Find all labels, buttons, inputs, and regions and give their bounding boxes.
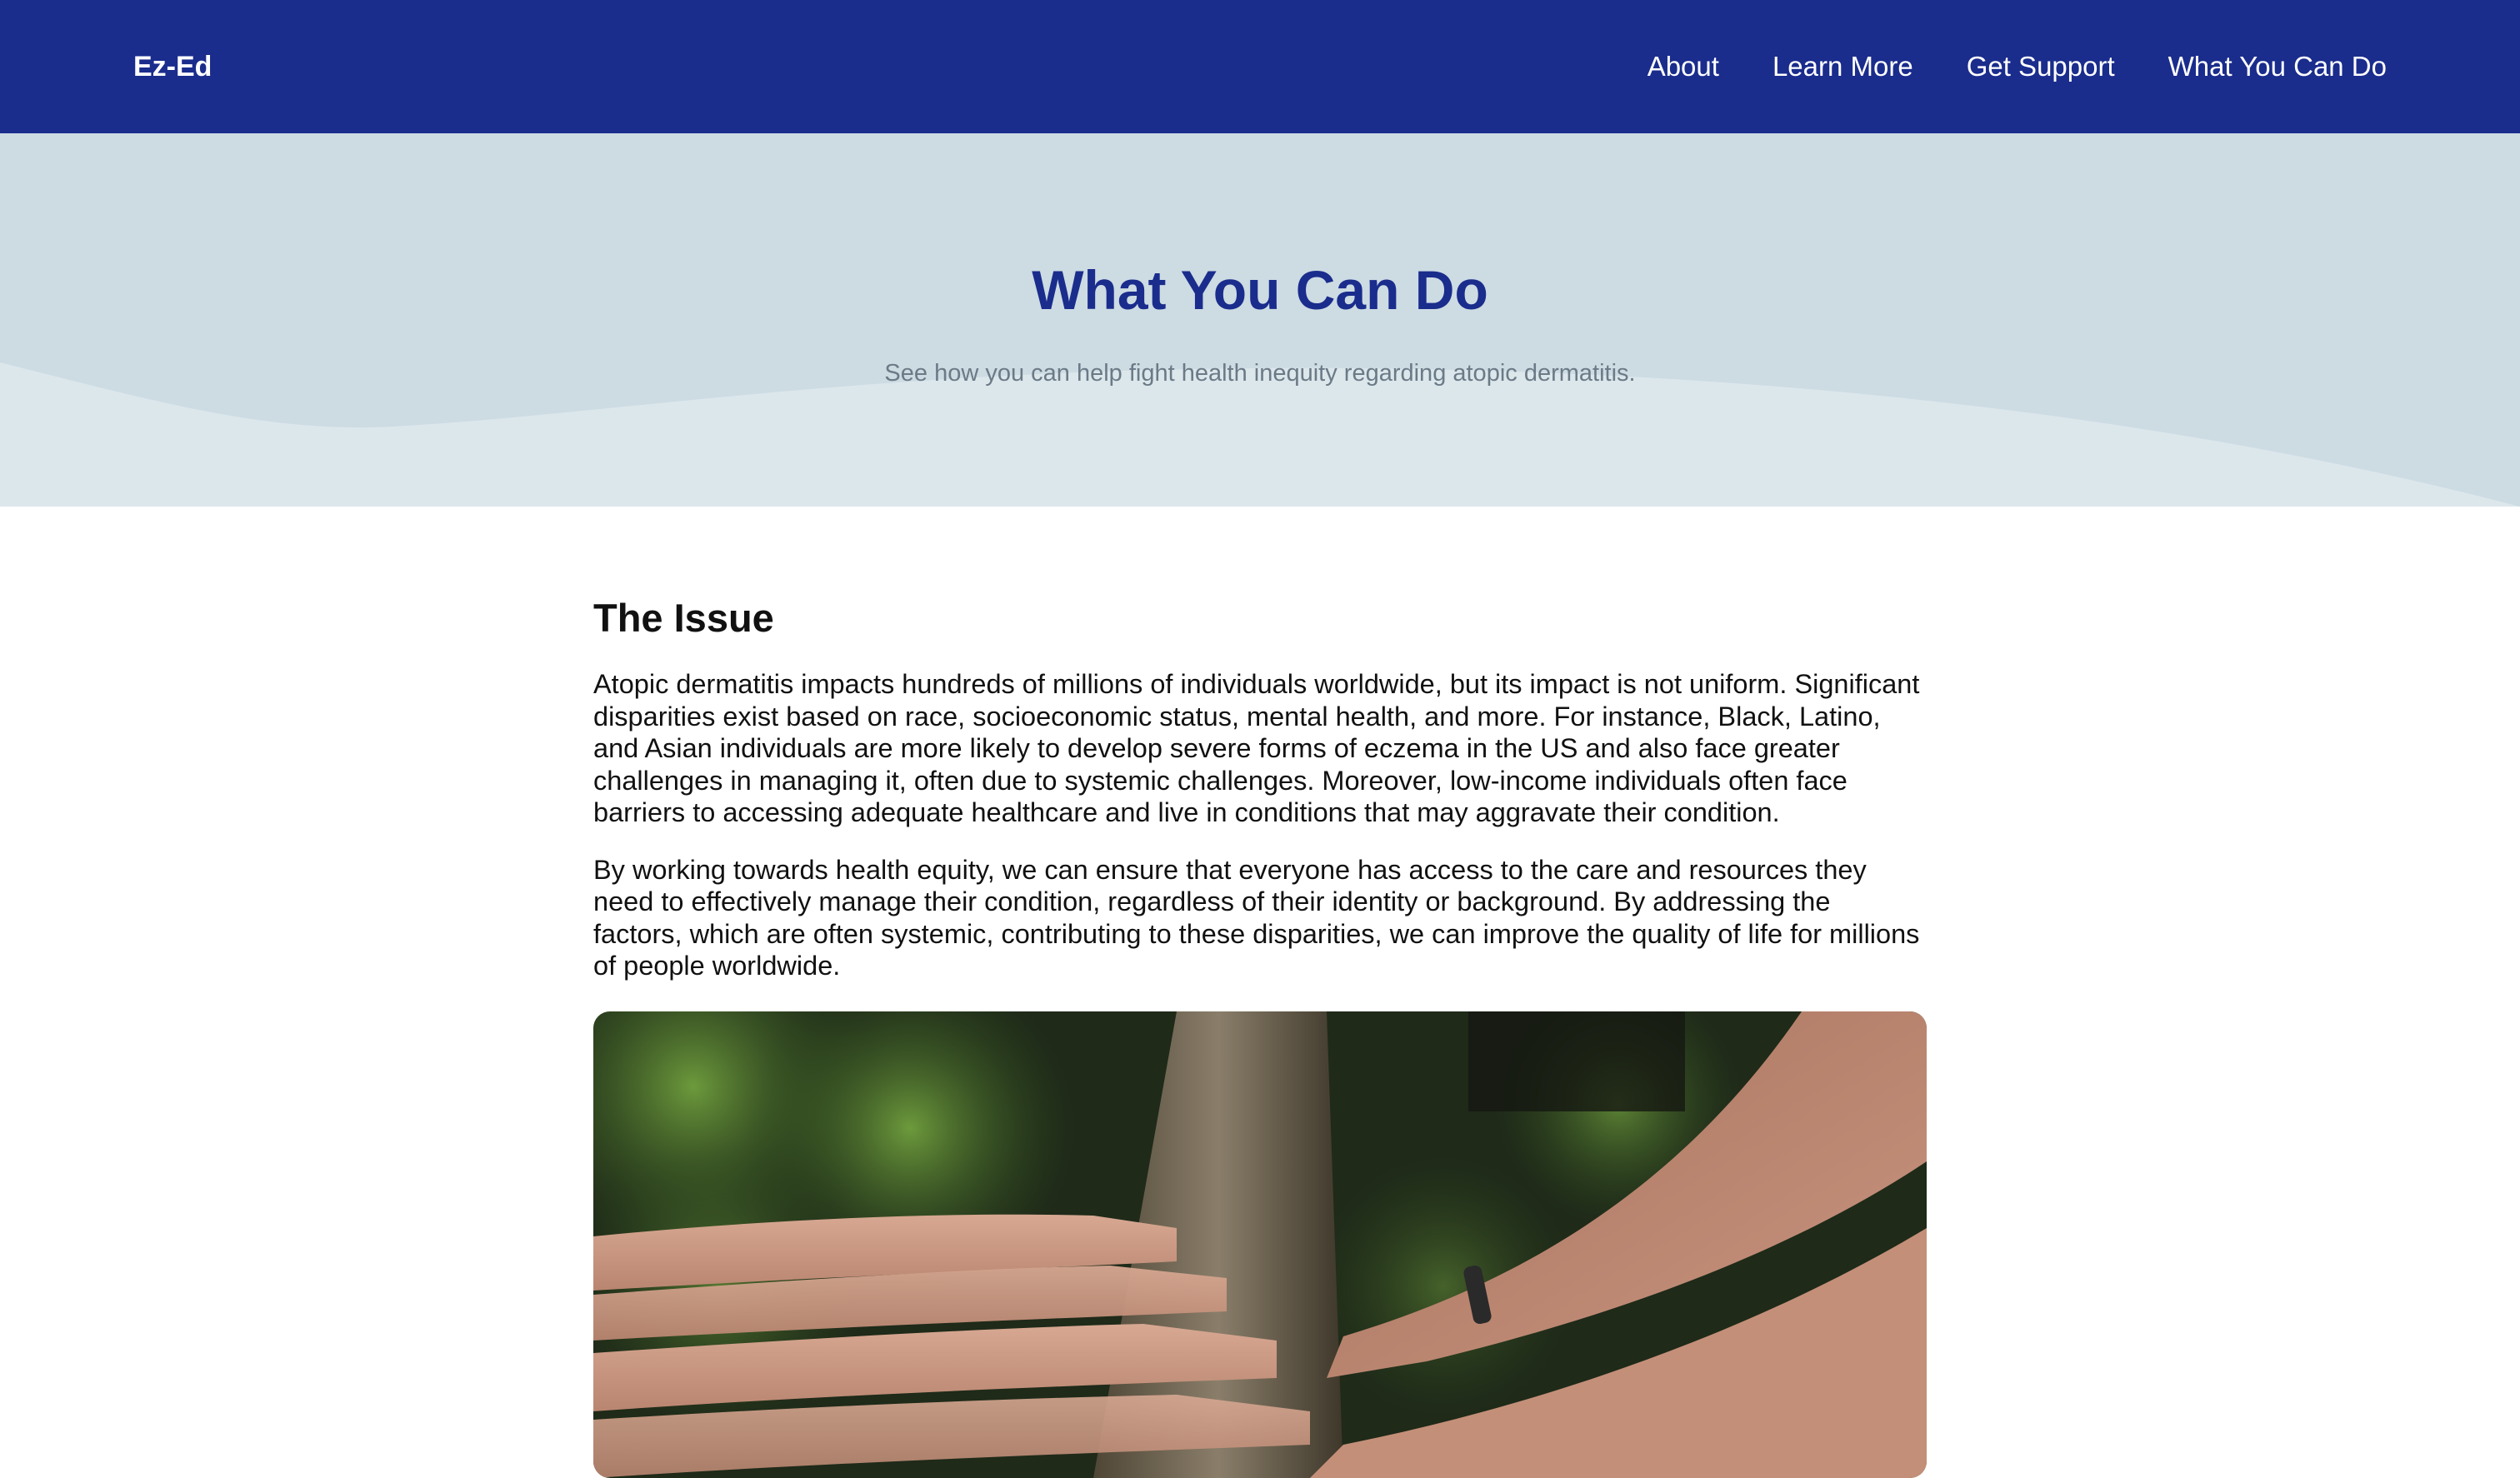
hero-banner: What You Can Do See how you can help fig… (0, 133, 2520, 507)
nav-link-about[interactable]: About (1648, 47, 1719, 87)
brand-logo-link[interactable]: Ez-Ed (133, 47, 212, 87)
hands-on-tree-photo (593, 1011, 1927, 1478)
issue-paragraph-2: By working towards health equity, we can… (593, 854, 1920, 981)
navbar: Ez-Ed About Learn More Get Support What … (0, 0, 2520, 133)
issue-paragraph-1: Atopic dermatitis impacts hundreds of mi… (593, 669, 1920, 827)
photo-illustration (593, 1011, 1927, 1478)
page-subtitle: See how you can help fight health inequi… (884, 360, 1636, 387)
page-title: What You Can Do (1032, 259, 1488, 321)
nav-link-get-support[interactable]: Get Support (1967, 47, 2115, 87)
main-content: The Issue Atopic dermatitis impacts hund… (593, 583, 1927, 1007)
nav-links: About Learn More Get Support What You Ca… (1648, 47, 2387, 87)
nav-link-what-you-can-do[interactable]: What You Can Do (2168, 47, 2387, 87)
section-heading-the-issue: The Issue (593, 596, 774, 640)
nav-link-learn-more[interactable]: Learn More (1772, 47, 1913, 87)
